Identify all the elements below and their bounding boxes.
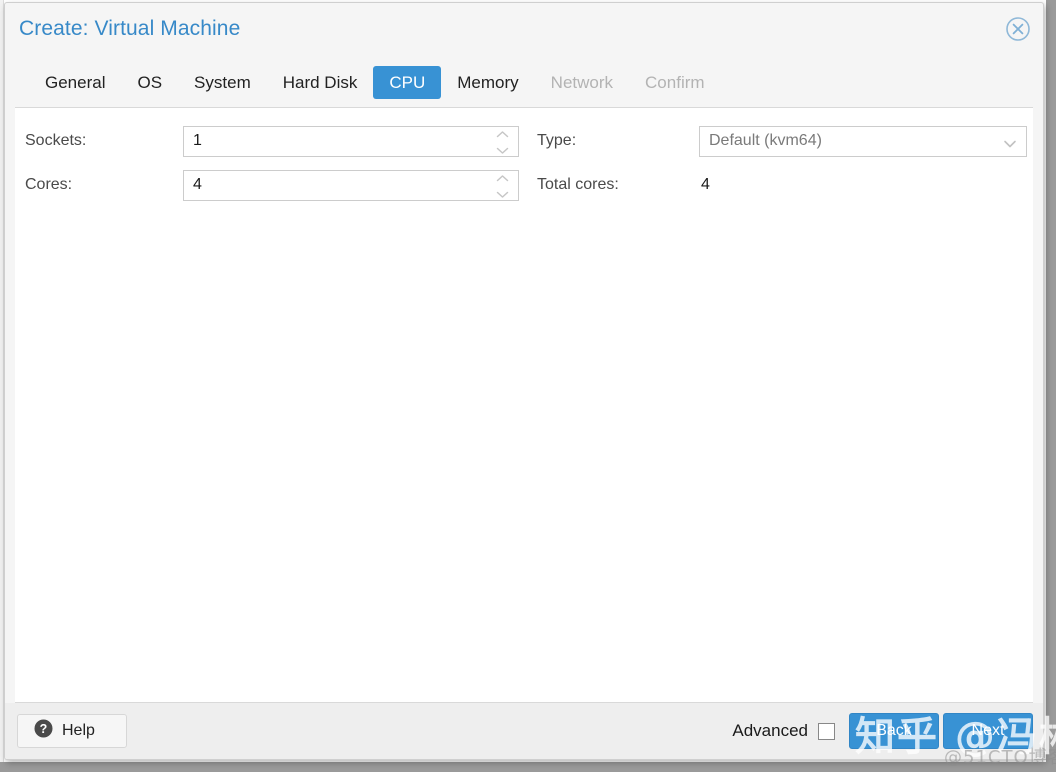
- chevron-down-icon[interactable]: [1003, 136, 1017, 147]
- tab-network: Network: [550, 72, 614, 92]
- wizard-tabbar: General OS System Hard Disk CPU Memory N…: [5, 57, 1043, 107]
- tab-general[interactable]: General: [29, 66, 121, 99]
- tab-system[interactable]: System: [178, 66, 267, 99]
- cpu-type-value: Default (kvm64): [709, 132, 822, 149]
- field-cores: Cores:: [25, 169, 527, 201]
- form-column-right: Type: Default (kvm64) Total cores: 4: [527, 125, 1027, 200]
- dialog-header: Create: Virtual Machine: [5, 3, 1043, 57]
- background-right-strip: [1046, 0, 1056, 762]
- sockets-input[interactable]: [184, 126, 518, 156]
- total-cores-label: Total cores:: [537, 176, 619, 193]
- dialog-footer: ? Help Advanced Back Next: [5, 703, 1043, 759]
- cores-input[interactable]: [184, 170, 518, 200]
- cores-stepper[interactable]: [183, 169, 519, 201]
- tab-hard-disk[interactable]: Hard Disk: [267, 66, 374, 99]
- tab-os[interactable]: OS: [121, 66, 178, 99]
- sockets-label: Sockets:: [25, 132, 87, 149]
- background-bottom-strip: [0, 762, 1056, 772]
- field-sockets: Sockets:: [25, 125, 527, 157]
- dialog-body: Sockets: Cores:: [15, 107, 1033, 703]
- cpu-type-select[interactable]: Default (kvm64): [699, 125, 1027, 157]
- advanced-label: Advanced: [732, 721, 808, 740]
- back-button[interactable]: Back: [849, 713, 939, 749]
- help-button[interactable]: ? Help: [17, 714, 127, 748]
- help-button-label: Help: [62, 722, 95, 739]
- svg-text:?: ?: [40, 722, 48, 736]
- spinner-updown-icon[interactable]: [495, 130, 510, 155]
- field-total-cores: Total cores: 4: [537, 170, 1027, 200]
- cpu-form: Sockets: Cores:: [15, 108, 1033, 201]
- spinner-updown-icon[interactable]: [495, 174, 510, 199]
- cores-label: Cores:: [25, 176, 73, 193]
- create-vm-dialog: Create: Virtual Machine General OS Syste…: [4, 2, 1044, 760]
- advanced-checkbox[interactable]: [818, 722, 835, 740]
- field-type: Type: Default (kvm64): [537, 125, 1027, 157]
- page-title: Create: Virtual Machine: [19, 17, 241, 40]
- form-column-left: Sockets: Cores:: [15, 125, 527, 201]
- sockets-stepper[interactable]: [183, 125, 519, 157]
- tab-cpu[interactable]: CPU: [373, 65, 442, 99]
- close-icon[interactable]: [1003, 14, 1033, 44]
- total-cores-value: 4: [701, 176, 710, 193]
- footer-actions: Advanced Back Next: [732, 703, 1033, 759]
- tab-memory[interactable]: Memory: [441, 66, 534, 99]
- type-label: Type:: [537, 132, 577, 149]
- tab-confirm: Confirm: [645, 72, 705, 92]
- question-circle-icon: ?: [34, 719, 53, 743]
- next-button[interactable]: Next: [943, 713, 1033, 749]
